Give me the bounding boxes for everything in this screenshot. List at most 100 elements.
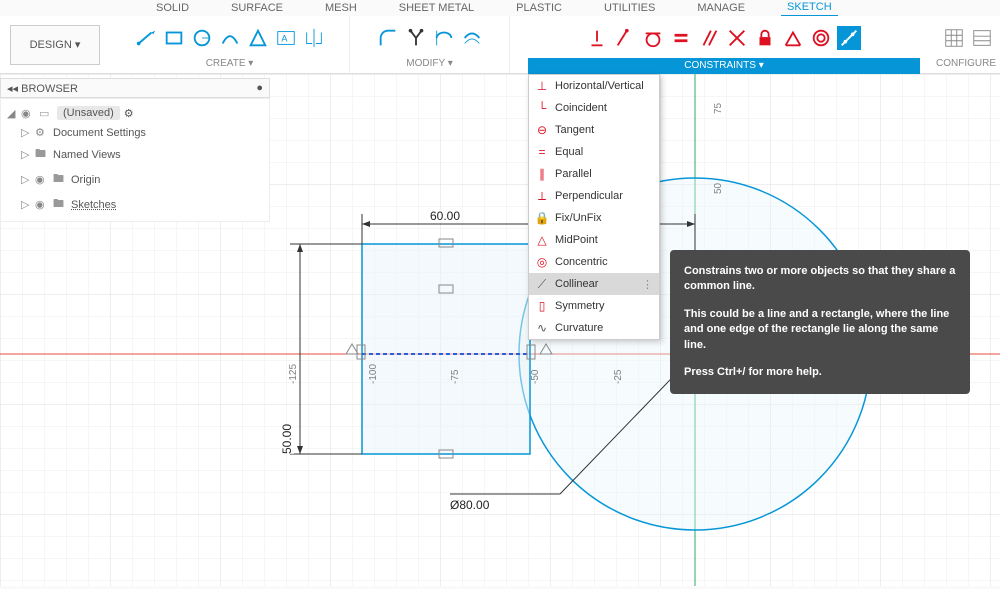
browser-panel: ◂◂ BROWSER ● ◢ ◉ ▭ (Unsaved) ⚙ ▷ ⚙ Docum…	[0, 78, 270, 222]
equal-icon: =	[535, 145, 549, 159]
circle-tool-icon[interactable]	[190, 26, 214, 50]
parallel-constraint-icon[interactable]	[697, 26, 721, 50]
axis-tick: -125	[288, 364, 299, 384]
menu-perpendicular[interactable]: ⟂ Perpendicular	[529, 185, 659, 207]
visibility-icon[interactable]: ◉	[21, 107, 35, 120]
axis-tick: -75	[450, 370, 461, 384]
config-table-icon[interactable]	[970, 26, 994, 50]
rectangle-tool-icon[interactable]	[162, 26, 186, 50]
configure-label[interactable]: CONFIGURE	[936, 58, 996, 69]
tab-plastic[interactable]: PLASTIC	[510, 0, 568, 16]
menu-label: Collinear	[555, 278, 598, 290]
modify-label[interactable]: MODIFY ▾	[406, 58, 453, 69]
expand-icon[interactable]: ▷	[21, 126, 31, 139]
tab-sketch[interactable]: SKETCH	[781, 0, 838, 17]
tooltip: Constrains two or more objects so that t…	[670, 250, 970, 394]
menu-parallel[interactable]: ∥ Parallel	[529, 163, 659, 185]
polygon-tool-icon[interactable]	[246, 26, 270, 50]
tree-label: Named Views	[53, 149, 121, 161]
tree-root[interactable]: ◢ ◉ ▭ (Unsaved) ⚙	[1, 103, 269, 123]
collinear-icon: ⟋	[535, 277, 549, 291]
tree-named-views[interactable]: ▷ 🖿 Named Views	[1, 142, 269, 167]
folder-icon: 🖿	[53, 195, 67, 214]
menu-symmetry[interactable]: ▯ Symmetry	[529, 295, 659, 317]
create-group: A CREATE ▾	[110, 16, 350, 73]
tree-sketches[interactable]: ▷ ◉ 🖿 Sketches	[1, 192, 269, 217]
browser-settings-icon[interactable]: ●	[256, 82, 263, 94]
menu-equal[interactable]: = Equal	[529, 141, 659, 163]
constraints-dropdown-bar[interactable]: CONSTRAINTS ▾	[528, 58, 920, 74]
tooltip-line2: This could be a line and a rectangle, wh…	[684, 307, 956, 353]
hv-constraint-icon[interactable]	[585, 26, 609, 50]
mirror-tool-icon[interactable]	[302, 26, 326, 50]
workspace-tabs: SOLID SURFACE MESH SHEET METAL PLASTIC U…	[0, 0, 1000, 16]
concentric-icon: ◎	[535, 255, 549, 269]
dimension-width[interactable]: 60.00	[430, 209, 460, 223]
config-grid-icon[interactable]	[942, 26, 966, 50]
tab-solid[interactable]: SOLID	[150, 0, 195, 16]
dimension-diameter[interactable]: Ø80.00	[450, 498, 489, 512]
create-label[interactable]: CREATE ▾	[206, 58, 254, 69]
dimension-height[interactable]: 50.00	[280, 424, 294, 454]
tree-origin[interactable]: ▷ ◉ 🖿 Origin	[1, 167, 269, 192]
tooltip-line3: Press Ctrl+/ for more help.	[684, 365, 956, 380]
axis-tick: -50	[530, 370, 541, 384]
doc-settings-icon[interactable]: ⚙	[124, 107, 134, 120]
menu-collinear[interactable]: ⟋ Collinear ⋮	[529, 273, 659, 295]
menu-concentric[interactable]: ◎ Concentric	[529, 251, 659, 273]
line-tool-icon[interactable]	[134, 26, 158, 50]
expand-icon[interactable]: ▷	[21, 198, 31, 211]
tree-label: Origin	[71, 174, 100, 186]
menu-midpoint[interactable]: △ MidPoint	[529, 229, 659, 251]
tree-label: Sketches	[71, 199, 116, 211]
axis-tick: 75	[713, 103, 724, 114]
menu-label: Horizontal/Vertical	[555, 80, 644, 92]
collinear-constraint-icon[interactable]	[837, 26, 861, 50]
visibility-icon[interactable]: ◉	[35, 198, 49, 211]
constraints-menu: ⊥ Horizontal/Vertical └ Coincident ⊖ Tan…	[528, 74, 660, 340]
menu-horizontal-vertical[interactable]: ⊥ Horizontal/Vertical	[529, 75, 659, 97]
coincident-constraint-icon[interactable]	[613, 26, 637, 50]
tree-doc-settings[interactable]: ▷ ⚙ Document Settings	[1, 123, 269, 142]
trim-tool-icon[interactable]	[404, 26, 428, 50]
perpendicular-constraint-icon[interactable]	[725, 26, 749, 50]
component-icon: ▭	[39, 107, 53, 120]
tab-manage[interactable]: MANAGE	[691, 0, 751, 16]
extend-tool-icon[interactable]	[432, 26, 456, 50]
expand-icon[interactable]: ▷	[21, 148, 31, 161]
collapse-icon[interactable]: ◂◂	[7, 83, 18, 95]
folder-icon: 🖿	[35, 145, 49, 164]
tangent-constraint-icon[interactable]	[641, 26, 665, 50]
perpendicular-icon: ⟂	[535, 189, 549, 203]
menu-fix-unfix[interactable]: 🔒 Fix/UnFix	[529, 207, 659, 229]
fillet-tool-icon[interactable]	[376, 26, 400, 50]
text-tool-icon[interactable]: A	[274, 26, 298, 50]
tab-utilities[interactable]: UTILITIES	[598, 0, 661, 16]
tab-sheet-metal[interactable]: SHEET METAL	[393, 0, 480, 16]
menu-label: MidPoint	[555, 234, 598, 246]
fix-constraint-icon[interactable]	[753, 26, 777, 50]
menu-label: Fix/UnFix	[555, 212, 601, 224]
expand-icon[interactable]: ▷	[21, 173, 31, 186]
browser-header[interactable]: ◂◂ BROWSER ●	[0, 78, 270, 98]
menu-tangent[interactable]: ⊖ Tangent	[529, 119, 659, 141]
axis-tick: 50	[713, 183, 724, 194]
menu-curvature[interactable]: ∿ Curvature	[529, 317, 659, 339]
curvature-icon: ∿	[535, 321, 549, 335]
equal-constraint-icon[interactable]	[669, 26, 693, 50]
axis-tick: -100	[368, 364, 379, 384]
tab-mesh[interactable]: MESH	[319, 0, 363, 16]
browser-tree: ◢ ◉ ▭ (Unsaved) ⚙ ▷ ⚙ Document Settings …	[0, 98, 270, 222]
concentric-constraint-icon[interactable]	[809, 26, 833, 50]
more-icon: ⋮	[642, 278, 653, 291]
visibility-icon[interactable]: ◉	[35, 173, 49, 186]
arc-tool-icon[interactable]	[218, 26, 242, 50]
tab-surface[interactable]: SURFACE	[225, 0, 289, 16]
midpoint-icon: △	[535, 233, 549, 247]
menu-coincident[interactable]: └ Coincident	[529, 97, 659, 119]
offset-tool-icon[interactable]	[460, 26, 484, 50]
design-dropdown[interactable]: DESIGN ▾	[10, 25, 100, 65]
midpoint-constraint-icon[interactable]	[781, 26, 805, 50]
expand-icon[interactable]: ◢	[7, 107, 17, 120]
menu-label: Coincident	[555, 102, 607, 114]
